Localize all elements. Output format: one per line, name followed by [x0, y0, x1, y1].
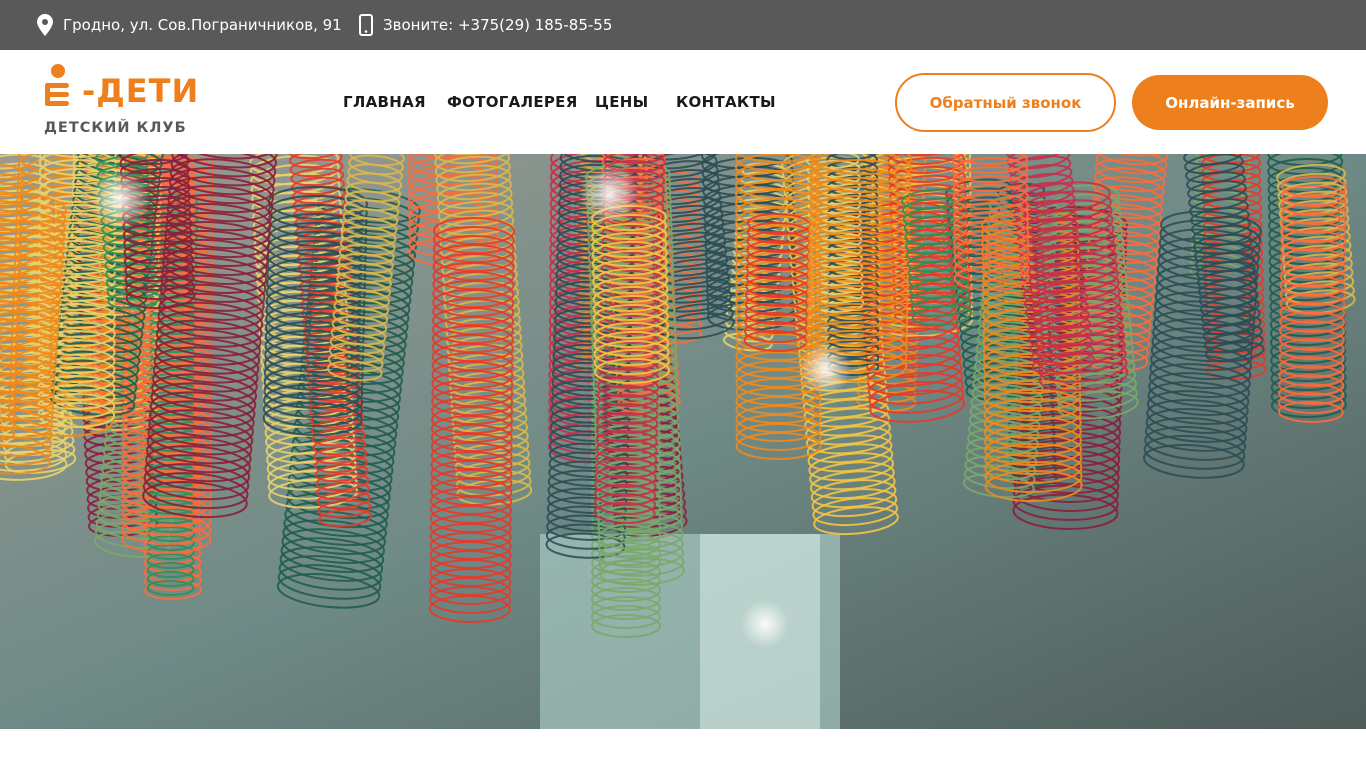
nav-item-gallery[interactable]: ФОТОГАЛЕРЕЯ	[447, 93, 578, 111]
callback-button[interactable]: Обратный звонок	[895, 73, 1116, 132]
top-info-bar: Гродно, ул. Сов.Пограничников, 91 Звонит…	[0, 0, 1366, 50]
mobile-phone-icon	[359, 14, 373, 36]
nav-item-prices[interactable]: ЦЕНЫ	[595, 93, 648, 111]
phone-info[interactable]: Звоните: +375(29) 185-85-55	[359, 0, 612, 50]
site-logo[interactable]: -ДЕТИ ДЕТСКИЙ КЛУБ	[44, 63, 202, 139]
location-pin-icon	[37, 14, 53, 36]
logo-subtitle: ДЕТСКИЙ КЛУБ	[44, 120, 187, 136]
online-booking-button[interactable]: Онлайн-запись	[1132, 75, 1328, 130]
phone-text[interactable]: Звоните: +375(29) 185-85-55	[383, 16, 612, 34]
address-text: Гродно, ул. Сов.Пограничников, 91	[63, 16, 342, 34]
nav-item-contacts[interactable]: КОНТАКТЫ	[676, 93, 776, 111]
hero-image	[0, 154, 1366, 729]
nav-item-home[interactable]: ГЛАВНАЯ	[343, 93, 426, 111]
hero-springs-illustration	[0, 154, 1366, 729]
address-info: Гродно, ул. Сов.Пограничников, 91	[37, 0, 342, 50]
logo-mark-icon	[45, 64, 69, 106]
site-header: -ДЕТИ ДЕТСКИЙ КЛУБ ГЛАВНАЯ ФОТОГАЛЕРЕЯ Ц…	[0, 50, 1366, 154]
logo-title: -ДЕТИ	[82, 72, 200, 110]
